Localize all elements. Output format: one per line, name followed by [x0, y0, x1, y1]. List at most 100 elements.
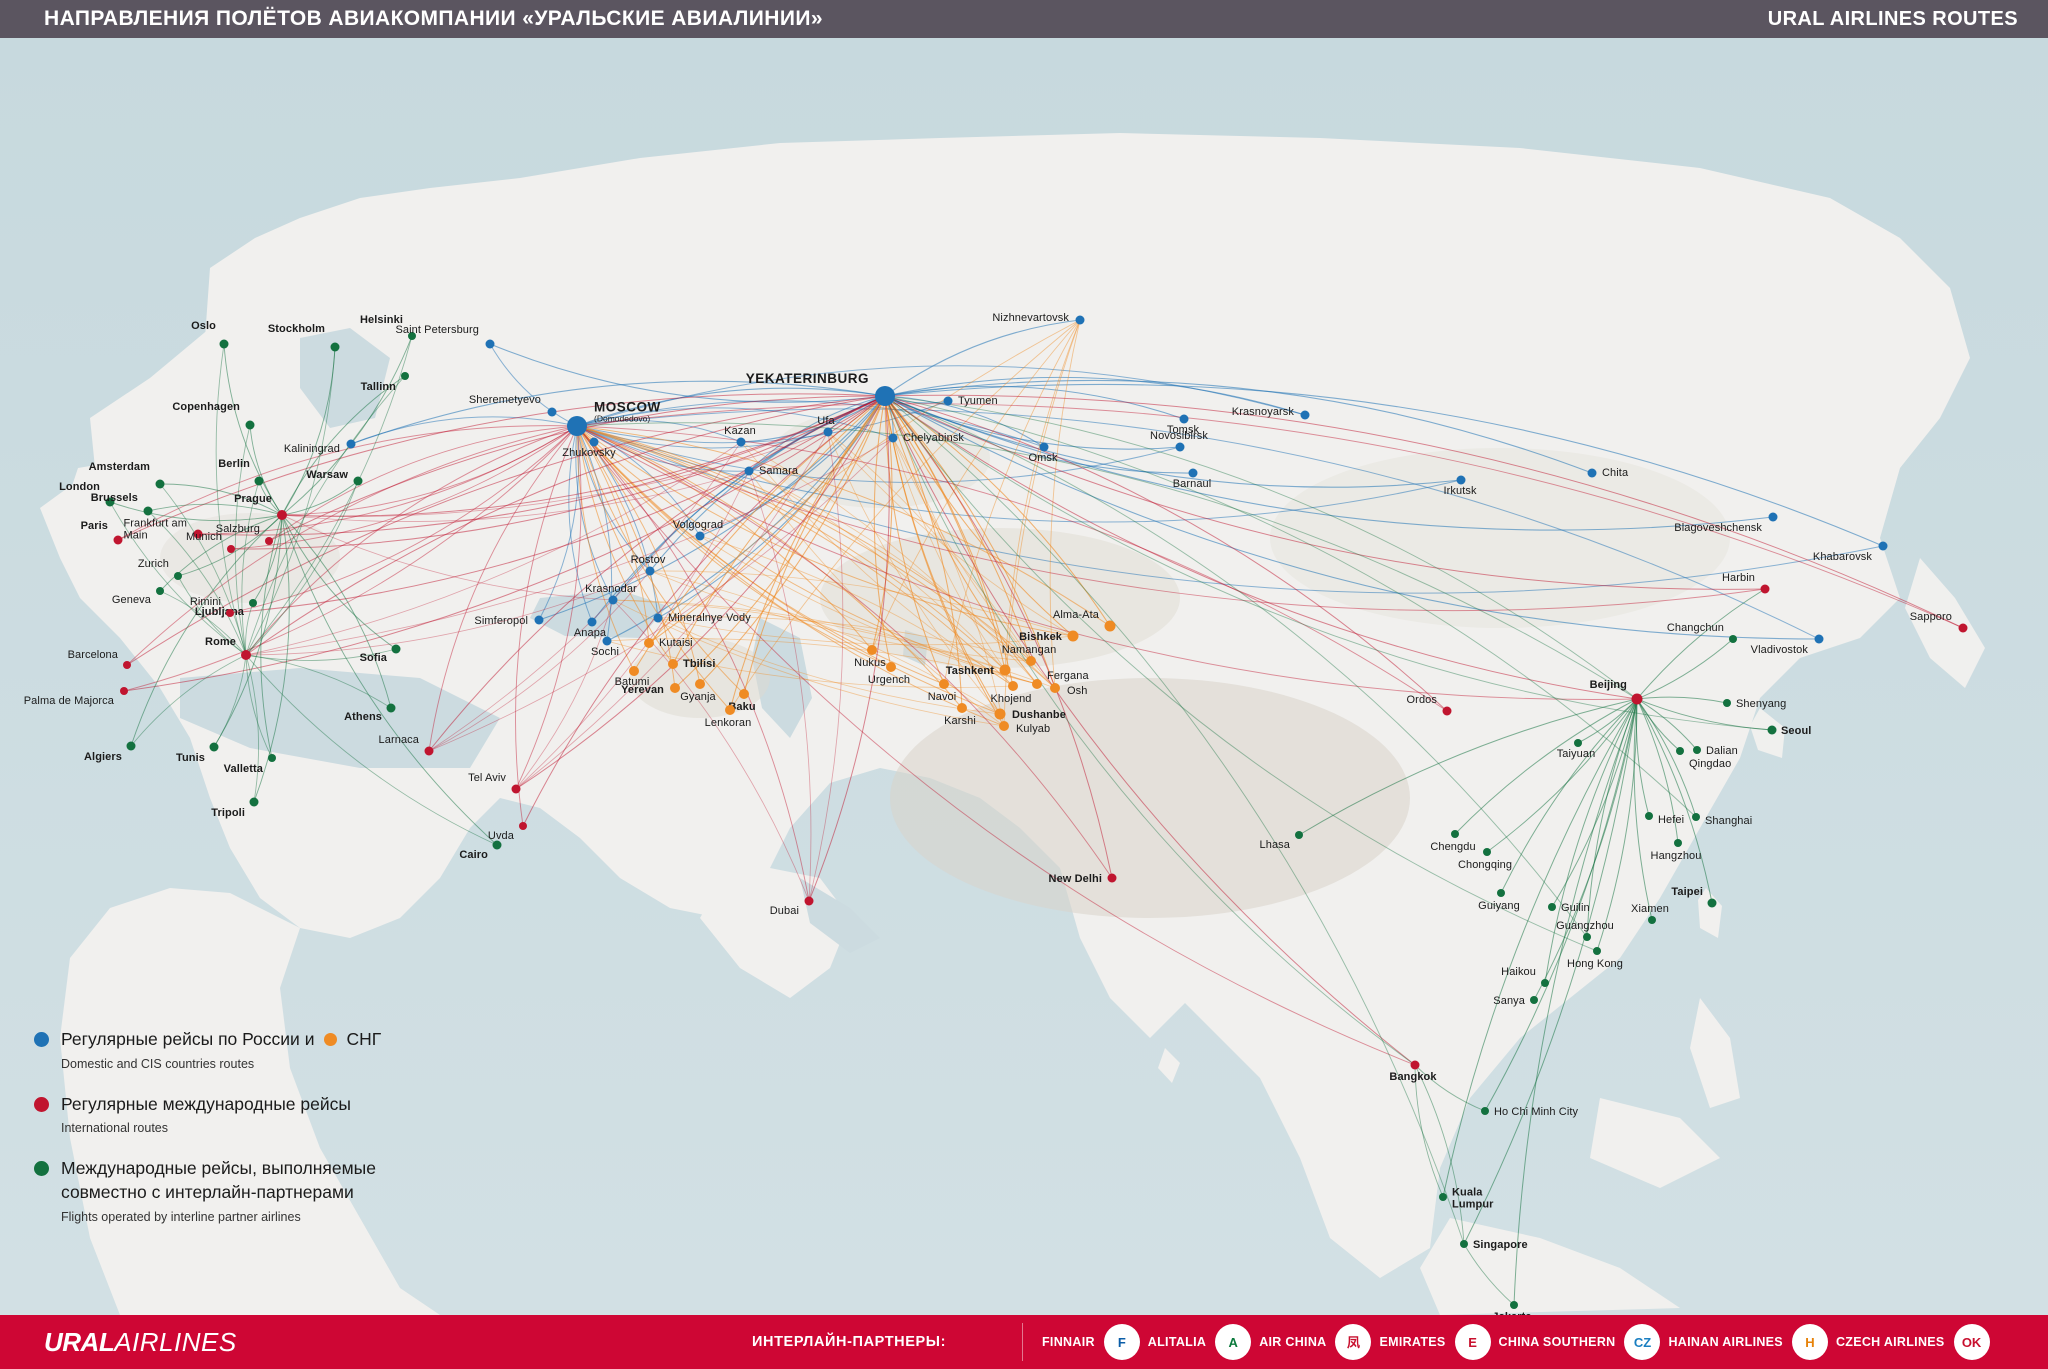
legend-item-interline: Международные рейсы, выполняемые совмест… — [34, 1157, 494, 1224]
city-label: Guiyang — [1478, 900, 1520, 913]
city-label: Shanghai — [1705, 815, 1753, 828]
city-dot — [875, 386, 895, 406]
city-label: New Delhi — [1048, 873, 1102, 886]
city-dot — [519, 822, 527, 830]
city-dot — [391, 644, 401, 654]
legend-dot-international — [34, 1096, 49, 1112]
city-label: Dalian — [1706, 745, 1738, 758]
partner-finnair[interactable]: FINNAIR F — [1042, 1324, 1140, 1360]
city-dot — [1188, 468, 1198, 478]
city-label: Urgench — [867, 674, 911, 687]
city-dot — [567, 416, 587, 436]
partner-emirates[interactable]: EMIRATES E — [1379, 1324, 1491, 1360]
partner-air-china[interactable]: AIR CHINA 凤 — [1259, 1324, 1372, 1360]
partner-alitalia[interactable]: ALITALIA A — [1148, 1324, 1252, 1360]
page-title-english: URAL AIRLINES ROUTES — [1767, 7, 2018, 30]
city-label: Brussels — [90, 492, 138, 505]
city-dot — [1456, 475, 1466, 485]
partner-china-southern[interactable]: CHINA SOUTHERN CZ — [1499, 1324, 1661, 1360]
china-southern-logo: CZ — [1624, 1324, 1661, 1360]
city-dot — [219, 339, 229, 349]
route-map[interactable]: Oslo Stockholm Helsinki Tallinn Copenhagen Sa… — [0, 38, 2048, 1315]
city-dot — [1104, 620, 1116, 632]
city-label: Hangzhou — [1650, 850, 1702, 863]
city-label: Khojend — [990, 693, 1032, 706]
city-dot — [739, 689, 749, 699]
city-label: Valletta — [223, 763, 263, 776]
city-label: YEKATERINBURG — [745, 370, 869, 386]
city-dot — [725, 705, 735, 715]
city-label: Tyumen — [958, 395, 998, 408]
city-dot — [1587, 468, 1597, 478]
city-dot — [999, 721, 1009, 731]
city-label: MOSCOW (Domodedovo) — [594, 399, 661, 424]
city-label: Kutaisi — [659, 637, 693, 650]
city-dot — [424, 746, 434, 756]
city-label: Rostov — [630, 554, 666, 567]
partner-hainan-airlines[interactable]: HAINAN AIRLINES H — [1668, 1324, 1828, 1360]
city-dot — [241, 650, 251, 660]
city-dot — [1574, 739, 1582, 747]
city-dot — [346, 439, 356, 449]
city-label: Amsterdam — [88, 461, 150, 474]
city-label: Irkutsk — [1443, 485, 1477, 498]
city-dot — [1631, 693, 1643, 705]
city-dot — [1460, 1240, 1468, 1248]
city-label: Sanya — [1493, 995, 1525, 1008]
city-dot — [1676, 747, 1684, 755]
city-dot — [1032, 679, 1042, 689]
city-dot — [268, 754, 276, 762]
city-label: Ufa — [817, 415, 835, 428]
footer-divider — [1022, 1323, 1023, 1361]
city-dot — [670, 683, 680, 693]
legend-dot-cis — [324, 1033, 338, 1047]
city-dot — [645, 566, 655, 576]
legend-label-interline-ru: Международные рейсы, выполняемые совмест… — [61, 1158, 376, 1202]
city-dot — [1878, 541, 1888, 551]
city-label: Simferopol — [474, 615, 528, 628]
legend-label-domestic-en: Domestic and CIS countries routes — [61, 1056, 255, 1071]
city-dot — [1067, 630, 1079, 642]
city-label: Ordos — [1406, 694, 1437, 707]
city-dot — [1179, 414, 1189, 424]
page-header: НАПРАВЛЕНИЯ ПОЛЁТОВ АВИАКОМПАНИИ «УРАЛЬС… — [0, 0, 2048, 38]
city-label: Geneva — [111, 594, 151, 607]
city-label: Barcelona — [67, 649, 118, 662]
partner-name: FINNAIR — [1042, 1335, 1095, 1349]
city-label: Tel Aviv — [468, 772, 506, 785]
city-dot — [602, 636, 612, 646]
city-label: Athens — [344, 711, 382, 724]
city-label: Chelyabinsk — [903, 432, 965, 445]
city-label: Khabarovsk — [1812, 551, 1872, 564]
city-label: Nizhnevartovsk — [992, 312, 1069, 325]
city-label: Rome — [205, 636, 236, 649]
city-label: Xiamen — [1631, 903, 1669, 916]
city-dot — [547, 407, 557, 417]
city-dot — [1175, 442, 1185, 452]
city-label: Navoi — [927, 691, 957, 704]
partner-name: CZECH AIRLINES — [1835, 1335, 1945, 1349]
city-label: Chongqing — [1457, 859, 1513, 872]
city-label: Karshi — [944, 715, 976, 728]
city-dot — [1008, 681, 1018, 691]
city-label: Osh — [1067, 685, 1088, 698]
city-dot — [209, 742, 219, 752]
city-dot — [1958, 623, 1968, 633]
city-dot — [1107, 873, 1117, 883]
city-label: Seoul — [1781, 725, 1812, 738]
partner-czech-airlines[interactable]: CZECH AIRLINES OK — [1836, 1324, 1990, 1360]
city-dot — [695, 679, 705, 689]
brand-name-bold: URAL — [44, 1326, 115, 1357]
city-label: Paris — [80, 520, 108, 533]
partner-name: CHINA SOUTHERN — [1498, 1335, 1616, 1349]
city-label: Sochi — [590, 646, 620, 659]
city-dot — [1481, 1107, 1489, 1115]
city-label: Berlin — [218, 458, 250, 471]
city-label: Guangzhou — [1556, 920, 1614, 933]
city-dot — [511, 784, 521, 794]
city-dot — [249, 797, 259, 807]
city-dot — [587, 617, 597, 627]
city-dot — [1593, 947, 1601, 955]
city-dot — [1645, 812, 1653, 820]
city-label: Rimini — [189, 596, 221, 609]
